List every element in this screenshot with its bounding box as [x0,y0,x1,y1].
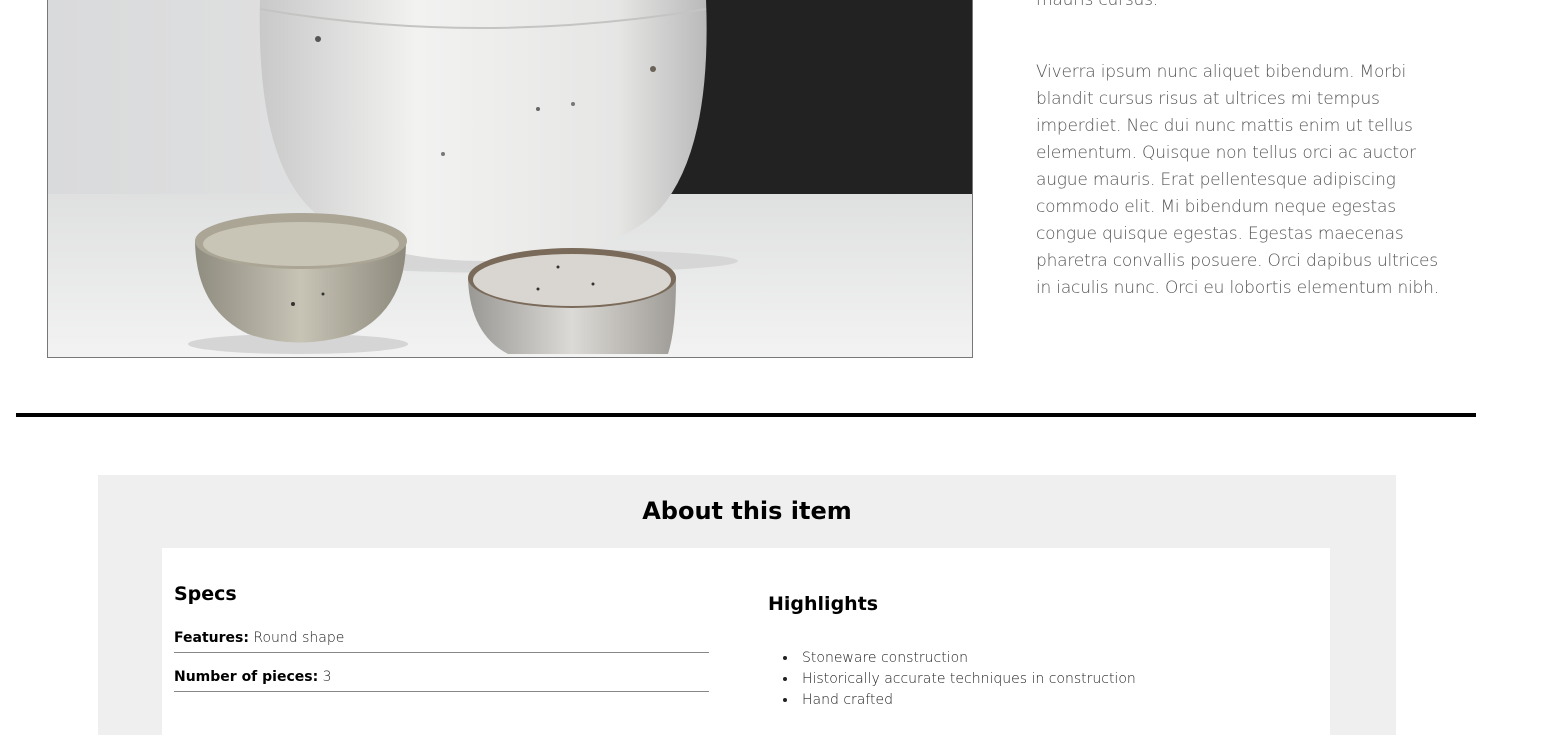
section-divider [16,413,1476,417]
spec-row-features: Features: Round shape [174,630,709,653]
spec-row-pieces: Number of pieces: 3 [174,669,709,692]
specs-title: Specs [174,583,237,605]
list-item: Historically accurate techniques in cons… [798,669,1136,690]
spec-label: Number of pieces: [174,669,319,685]
spec-label: Features: [174,630,249,646]
bowls-photo [48,0,972,357]
spec-value: 3 [322,669,332,685]
about-title: About this item [642,497,852,525]
product-image [47,0,973,358]
highlights-list: Stoneware construction Historically accu… [782,648,1136,711]
list-item: Stoneware construction [798,648,1136,669]
highlights-title: Highlights [768,593,879,615]
about-section: About this item Specs Features: Round sh… [98,475,1396,748]
list-item: Hand crafted [798,690,1136,711]
product-description: Viverra ipsum nunc aliquet bibendum. Mor… [1036,62,1439,298]
about-card: Specs Features: Round shape Number of pi… [162,548,1330,748]
spec-value: Round shape [253,630,345,646]
product-description-partial: mauris cursus. [1036,0,1158,10]
